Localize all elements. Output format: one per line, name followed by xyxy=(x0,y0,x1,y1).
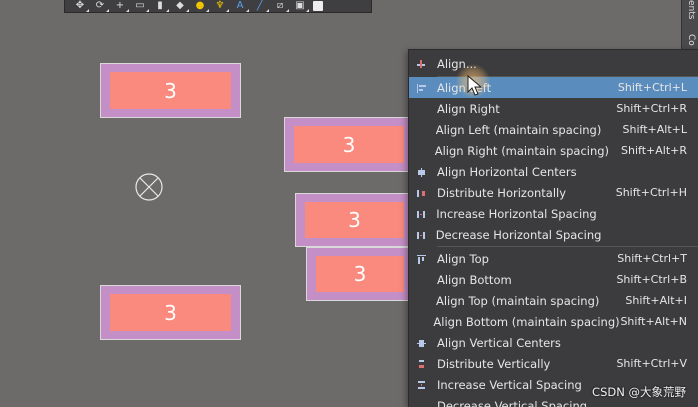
menu-item-decrease-horizontal-spacing[interactable]: Decrease Horizontal Spacing xyxy=(409,224,698,245)
menu-item-align-left-maintain[interactable]: Align Left (maintain spacing) Shift+Alt+… xyxy=(409,119,698,140)
box-icon[interactable] xyxy=(313,1,323,11)
net-icon[interactable]: ♆ xyxy=(213,1,227,11)
component-label: 3 xyxy=(316,256,404,292)
pin-icon[interactable]: ● xyxy=(193,1,207,11)
edit-icon[interactable]: ⧄ xyxy=(273,1,287,11)
component-1[interactable]: 3 xyxy=(100,63,241,118)
align-right-maintain-icon xyxy=(415,145,425,157)
component-5[interactable]: 3 xyxy=(100,285,241,340)
component-label: 3 xyxy=(305,202,404,238)
align-context-menu: Align... Align Left Shift+Ctrl+L Align R… xyxy=(408,49,698,407)
component-icon[interactable]: ▮ xyxy=(153,1,167,11)
align-dialog-icon xyxy=(415,58,427,70)
distribute-horizontally-icon xyxy=(415,187,427,199)
menu-item-distribute-horizontally[interactable]: Distribute Horizontally Shift+Ctrl+H xyxy=(409,182,698,203)
component-label: 3 xyxy=(294,126,404,163)
menu-item-align-top[interactable]: Align Top Shift+Ctrl+T xyxy=(409,248,698,269)
decrease-horizontal-spacing-icon xyxy=(415,229,426,241)
component-3[interactable]: 3 xyxy=(295,193,414,247)
align-top-maintain-icon xyxy=(415,295,426,307)
menu-item-align-horizontal-centers[interactable]: Align Horizontal Centers xyxy=(409,161,698,182)
menu-item-align[interactable]: Align... xyxy=(409,53,698,74)
side-panel-tabs: ents Co xyxy=(681,0,698,52)
increase-vertical-spacing-icon xyxy=(415,379,427,391)
menu-item-align-right[interactable]: Align Right Shift+Ctrl+R xyxy=(409,98,698,119)
menu-item-align-left[interactable]: Align Left Shift+Ctrl+L xyxy=(409,77,698,98)
component-4[interactable]: 3 xyxy=(306,247,414,301)
menu-item-align-bottom-maintain[interactable]: Align Bottom (maintain spacing) Shift+Al… xyxy=(409,311,698,332)
move-icon[interactable]: ✥ xyxy=(73,1,87,11)
component-2[interactable]: 3 xyxy=(284,117,414,172)
align-vertical-centers-icon xyxy=(415,337,427,349)
text-icon[interactable]: A xyxy=(233,1,247,11)
menu-item-align-top-maintain[interactable]: Align Top (maintain spacing) Shift+Alt+I xyxy=(409,290,698,311)
align-right-icon xyxy=(415,103,427,115)
toolbar: ✥ ⟳ + ▭ ▮ ◆ ● ♆ A ╱ ⧄ ▣ xyxy=(64,0,372,13)
doc-icon[interactable]: ▣ xyxy=(293,1,307,11)
eraser-icon[interactable]: ◆ xyxy=(173,1,187,11)
increase-horizontal-spacing-icon xyxy=(415,208,426,220)
watermark: CSDN @大象荒野 xyxy=(592,384,686,400)
align-horizontal-centers-icon xyxy=(415,166,427,178)
rect-icon[interactable]: ▭ xyxy=(133,1,147,11)
menu-separator xyxy=(437,246,698,247)
align-left-icon xyxy=(415,82,427,94)
menu-item-align-bottom[interactable]: Align Bottom Shift+Ctrl+B xyxy=(409,269,698,290)
align-bottom-icon xyxy=(415,274,427,286)
align-top-icon xyxy=(415,253,427,265)
mouse-cursor-icon xyxy=(466,74,486,98)
component-label: 3 xyxy=(110,72,231,109)
cross-icon[interactable]: + xyxy=(113,1,127,11)
menu-item-align-vertical-centers[interactable]: Align Vertical Centers xyxy=(409,332,698,353)
origin-marker-icon xyxy=(134,172,164,202)
menu-item-increase-horizontal-spacing[interactable]: Increase Horizontal Spacing xyxy=(409,203,698,224)
tab-co[interactable]: Co xyxy=(686,34,696,46)
lasso-icon[interactable]: ⟳ xyxy=(93,1,107,11)
distribute-vertically-icon xyxy=(415,358,427,370)
menu-item-align-right-maintain[interactable]: Align Right (maintain spacing) Shift+Alt… xyxy=(409,140,698,161)
line-icon[interactable]: ╱ xyxy=(253,1,267,11)
component-label: 3 xyxy=(110,294,231,331)
align-left-maintain-icon xyxy=(415,124,426,136)
align-bottom-maintain-icon xyxy=(415,316,423,328)
tab-components[interactable]: ents xyxy=(686,0,696,19)
menu-item-distribute-vertically[interactable]: Distribute Vertically Shift+Ctrl+V xyxy=(409,353,698,374)
